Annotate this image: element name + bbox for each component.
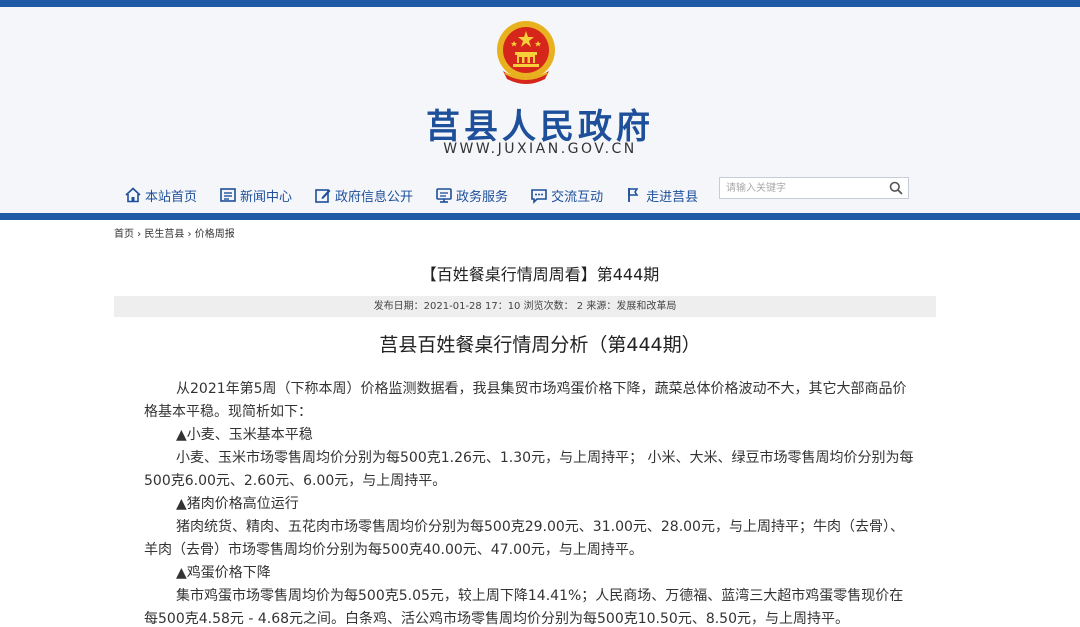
paragraph: 小麦、玉米市场零售周均价分别为每500克1.26元、1.30元，与上周持平； 小… bbox=[144, 450, 914, 489]
breadcrumb-home[interactable]: 首页 bbox=[114, 229, 134, 240]
site-url: WWW.JUXIAN.GOV.CN bbox=[443, 141, 637, 157]
sub-heading: ▲猪肉价格高位运行 bbox=[176, 496, 299, 512]
nav-item-about-juxian[interactable]: 走进莒县 bbox=[625, 186, 698, 205]
article-title: 【百姓餐桌行情周周看】第444期 bbox=[420, 265, 660, 284]
breadcrumb-section[interactable]: 民生莒县 bbox=[144, 229, 184, 240]
edit-icon bbox=[315, 189, 331, 203]
paragraph: 从2021年第5周（下称本周）价格监测数据看，我县集贸市场鸡蛋价格下降，蔬菜总体… bbox=[144, 381, 907, 420]
flag-icon bbox=[628, 188, 639, 202]
nav-label: 交流互动 bbox=[551, 189, 604, 205]
sub-heading: ▲鸡蛋价格下降 bbox=[176, 565, 271, 581]
nav-item-interaction[interactable]: 交流互动 bbox=[530, 186, 603, 205]
nav-label: 新闻中心 bbox=[240, 189, 293, 205]
nav-item-news[interactable]: 新闻中心 bbox=[219, 186, 292, 205]
content-title: 莒县百姓餐桌行情周分析（第444期） bbox=[379, 334, 701, 356]
top-strip bbox=[0, 0, 1080, 7]
search-icon bbox=[889, 181, 903, 195]
header-divider bbox=[0, 213, 1080, 220]
chat-icon bbox=[531, 189, 547, 204]
article-meta: 发布日期：2021-01-28 17：10 浏览次数： 2 来源：发展和改革局 bbox=[114, 296, 936, 317]
search-box bbox=[719, 177, 909, 199]
nav-label: 政务服务 bbox=[456, 189, 509, 205]
home-icon bbox=[125, 187, 141, 203]
breadcrumb-separator: › bbox=[184, 229, 195, 240]
breadcrumb: 首页 › 民生莒县 › 价格周报 bbox=[114, 225, 235, 240]
news-icon bbox=[220, 188, 236, 202]
sub-heading: ▲小麦、玉米基本平稳 bbox=[176, 427, 313, 443]
site-header: 莒县人民政府 WWW.JUXIAN.GOV.CN 本站首页 新闻中心 政府信息公… bbox=[0, 7, 1080, 213]
nav-label: 本站首页 bbox=[145, 189, 198, 205]
nav-item-gov-info[interactable]: 政府信息公开 bbox=[314, 186, 413, 205]
nav-item-home[interactable]: 本站首页 bbox=[124, 186, 197, 205]
search-input[interactable] bbox=[720, 178, 884, 198]
paragraph: 猪肉统货、精肉、五花肉市场零售周均价分别为每500克29.00元、31.00元、… bbox=[144, 519, 904, 558]
paragraph: 集市鸡蛋市场零售周均价为每500克5.05元，较上周下降14.41%；人民商场、… bbox=[144, 588, 904, 627]
nav-item-gov-service[interactable]: 政务服务 bbox=[435, 186, 508, 205]
nav-label: 政府信息公开 bbox=[335, 189, 414, 205]
main-nav: 本站首页 新闻中心 政府信息公开 政务服务 交流互动 走进莒县 bbox=[124, 180, 720, 210]
nav-label: 走进莒县 bbox=[646, 189, 699, 205]
service-icon bbox=[436, 188, 452, 203]
breadcrumb-current[interactable]: 价格周报 bbox=[195, 229, 235, 240]
national-emblem-icon[interactable] bbox=[495, 19, 557, 87]
article-content: 从2021年第5周（下称本周）价格监测数据看，我县集贸市场鸡蛋价格下降，蔬菜总体… bbox=[144, 378, 914, 627]
search-button[interactable] bbox=[884, 178, 908, 198]
breadcrumb-separator: › bbox=[134, 229, 145, 240]
